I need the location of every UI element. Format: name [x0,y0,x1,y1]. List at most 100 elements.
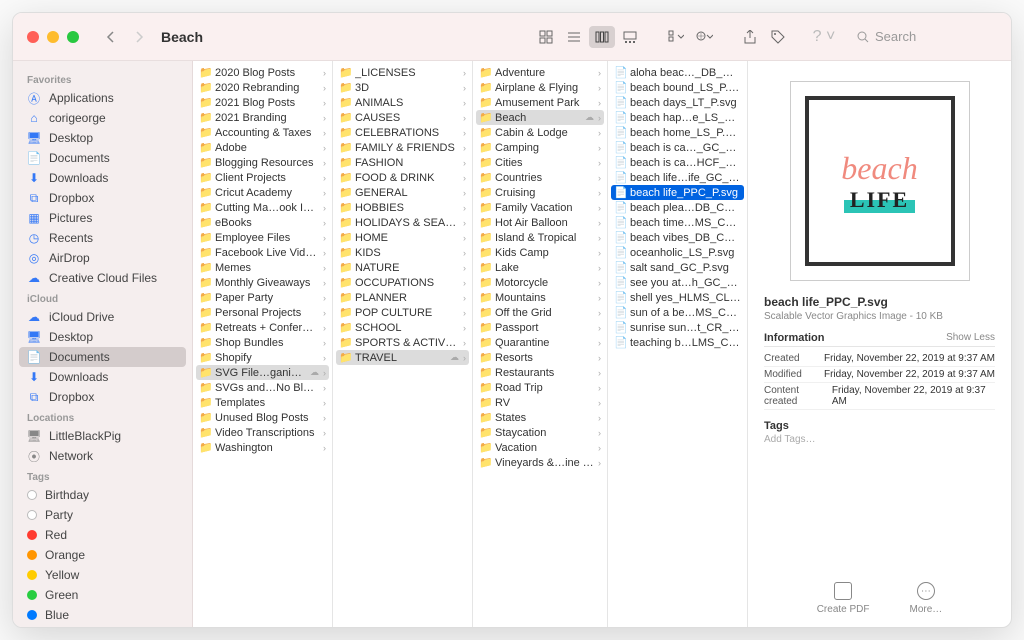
folder-item[interactable]: 📁Lake› [473,260,607,275]
folder-item[interactable]: 📁TRAVEL☁› [336,350,469,365]
file-item[interactable]: 📄beach plea…DB_CL.svg [608,200,747,215]
folder-item[interactable]: 📁Off the Grid› [473,305,607,320]
folder-item[interactable]: 📁2020 Rebranding› [193,80,332,95]
folder-item[interactable]: 📁GENERAL› [333,185,472,200]
sidebar-item[interactable]: 🖥LittleBlackPig [13,426,192,446]
sidebar-item[interactable]: ⬇Downloads [13,168,192,188]
zoom-window[interactable] [67,31,79,43]
action-menu[interactable] [691,26,717,48]
view-icons[interactable] [533,26,559,48]
folder-item[interactable]: 📁Paper Party› [193,290,332,305]
tags-button[interactable] [765,26,791,48]
folder-item[interactable]: 📁Shop Bundles› [193,335,332,350]
file-item[interactable]: 📄beach is ca…_GC_P.svg [608,140,747,155]
folder-item[interactable]: 📁Templates› [193,395,332,410]
sidebar-item[interactable]: 📄Documents [19,347,186,367]
folder-item[interactable]: 📁Facebook Live Videos› [193,245,332,260]
folder-item[interactable]: 📁POP CULTURE› [333,305,472,320]
folder-item[interactable]: 📁Hot Air Balloon› [473,215,607,230]
folder-item[interactable]: 📁ANIMALS› [333,95,472,110]
sidebar-item[interactable]: ▦Pictures [13,208,192,228]
sidebar-item[interactable]: Party [13,505,192,525]
file-item[interactable]: 📄beach home_LS_P.svg [608,125,747,140]
folder-item[interactable]: 📁SVG File…ganization☁› [196,365,329,380]
close-window[interactable] [27,31,39,43]
folder-item[interactable]: 📁FAMILY & FRIENDS› [333,140,472,155]
folder-item[interactable]: 📁Mountains› [473,290,607,305]
sidebar-item[interactable]: Blue [13,605,192,625]
action-button[interactable]: ⋯More… [910,582,943,615]
file-item[interactable]: 📄shell yes_HLMS_CL.svg [608,290,747,305]
sidebar-item[interactable]: ⧉Dropbox [13,188,192,208]
folder-item[interactable]: 📁HOBBIES› [333,200,472,215]
file-item[interactable]: 📄beach is ca…HCF_P.svg [608,155,747,170]
folder-item[interactable]: 📁Countries› [473,170,607,185]
folder-item[interactable]: 📁CAUSES› [333,110,472,125]
minimize-window[interactable] [47,31,59,43]
folder-item[interactable]: 📁Cabin & Lodge› [473,125,607,140]
folder-item[interactable]: 📁CELEBRATIONS› [333,125,472,140]
folder-item[interactable]: 📁SPORTS & ACTIVITIES› [333,335,472,350]
folder-item[interactable]: 📁HOME› [333,230,472,245]
folder-item[interactable]: 📁Quarantine› [473,335,607,350]
folder-item[interactable]: 📁Client Projects› [193,170,332,185]
file-item[interactable]: 📄beach bound_LS_P.svg [608,80,747,95]
folder-item[interactable]: 📁Retreats + Conferences› [193,320,332,335]
folder-item[interactable]: 📁Unused Blog Posts› [193,410,332,425]
sidebar-item[interactable]: Red [13,525,192,545]
folder-item[interactable]: 📁Vacation› [473,440,607,455]
folder-item[interactable]: 📁Family Vacation› [473,200,607,215]
folder-item[interactable]: 📁Amusement Park› [473,95,607,110]
sidebar-item[interactable]: ☁iCloud Drive [13,307,192,327]
folder-item[interactable]: 📁Cruising› [473,185,607,200]
folder-item[interactable]: 📁Kids Camp› [473,245,607,260]
file-item[interactable]: 📄see you at…h_GC_P.svg [608,275,747,290]
file-item[interactable]: 📄beach time…MS_CL.svg [608,215,747,230]
sidebar-item[interactable]: Green [13,585,192,605]
folder-item[interactable]: 📁Motorcycle› [473,275,607,290]
folder-item[interactable]: 📁OCCUPATIONS› [333,275,472,290]
folder-item[interactable]: 📁Airplane & Flying› [473,80,607,95]
folder-item[interactable]: 📁2021 Blog Posts› [193,95,332,110]
nav-back[interactable] [101,27,121,47]
folder-item[interactable]: 📁PLANNER› [333,290,472,305]
view-gallery[interactable] [617,26,643,48]
folder-item[interactable]: 📁Cricut Academy› [193,185,332,200]
folder-item[interactable]: 📁Adventure› [473,65,607,80]
folder-item[interactable]: 📁Shopify› [193,350,332,365]
folder-item[interactable]: 📁eBooks› [193,215,332,230]
folder-item[interactable]: 📁Memes› [193,260,332,275]
folder-item[interactable]: 📁Resorts› [473,350,607,365]
folder-item[interactable]: 📁3D› [333,80,472,95]
folder-item[interactable]: 📁Road Trip› [473,380,607,395]
file-item[interactable]: 📄aloha beac…_DB_CL.svg [608,65,747,80]
file-item[interactable]: 📄teaching b…LMS_CL.svg [608,335,747,350]
folder-item[interactable]: 📁2021 Branding› [193,110,332,125]
file-item[interactable]: 📄beach life_PPC_P.svg [611,185,744,200]
folder-item[interactable]: 📁2020 Blog Posts› [193,65,332,80]
view-list[interactable] [561,26,587,48]
group-by[interactable] [663,26,689,48]
folder-item[interactable]: 📁KIDS› [333,245,472,260]
folder-item[interactable]: 📁Personal Projects› [193,305,332,320]
folder-item[interactable]: 📁Video Transcriptions› [193,425,332,440]
sidebar-item[interactable]: ◎AirDrop [13,248,192,268]
folder-item[interactable]: 📁Washington› [193,440,332,455]
file-item[interactable]: 📄beach vibes_DB_CL.svg [608,230,747,245]
sidebar-item[interactable]: ⬇Downloads [13,367,192,387]
sidebar-item[interactable]: Orange [13,545,192,565]
file-item[interactable]: 📄beach days_LT_P.svg [608,95,747,110]
help-menu[interactable]: ? ˅ [811,26,837,48]
folder-item[interactable]: 📁Blogging Resources› [193,155,332,170]
share-button[interactable] [737,26,763,48]
folder-item[interactable]: 📁Beach☁› [476,110,604,125]
folder-item[interactable]: 📁Accounting & Taxes› [193,125,332,140]
sidebar-item[interactable]: ☁Creative Cloud Files [13,268,192,288]
sidebar-item[interactable]: 🖥Desktop [13,128,192,148]
folder-item[interactable]: 📁Adobe› [193,140,332,155]
sidebar-item[interactable]: Yellow [13,565,192,585]
folder-item[interactable]: 📁Employee Files› [193,230,332,245]
folder-item[interactable]: 📁Restaurants› [473,365,607,380]
folder-item[interactable]: 📁Island & Tropical› [473,230,607,245]
sidebar-item[interactable]: ◉All Tags… [13,625,192,627]
